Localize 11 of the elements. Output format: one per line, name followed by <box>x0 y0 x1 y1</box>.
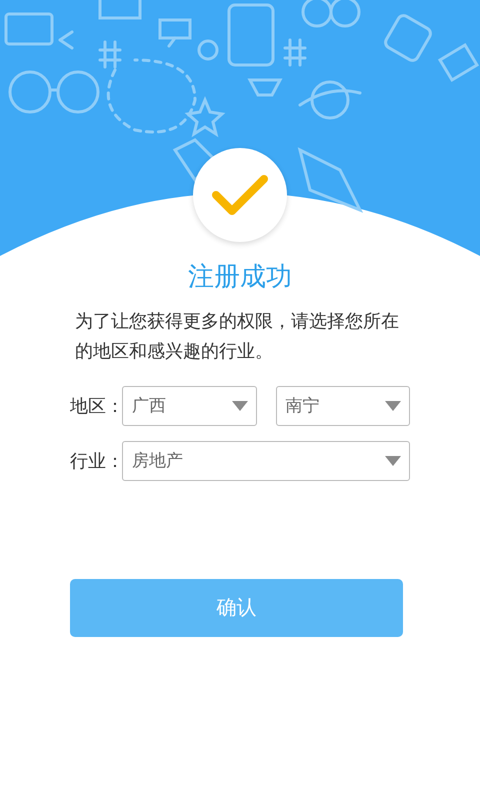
dropdown-select[interactable]: 房地产 <box>122 441 410 481</box>
dropdown-arrow-icon <box>232 401 248 411</box>
dropdown-arrow-icon <box>385 456 401 466</box>
dropdown-select[interactable]: 广西 <box>122 386 256 426</box>
field-label: 行业： <box>70 450 122 472</box>
page-title: 注册成功 <box>188 260 292 293</box>
field-label: 地区： <box>70 394 122 418</box>
dropdown-arrow-icon <box>385 401 401 411</box>
checkmark-icon <box>212 173 268 217</box>
dropdown-select[interactable]: 南宁 <box>276 386 410 426</box>
instruction-text: 为了让您获得更多的权限，请选择您所在的地区和感兴趣的行业。 <box>75 310 400 363</box>
